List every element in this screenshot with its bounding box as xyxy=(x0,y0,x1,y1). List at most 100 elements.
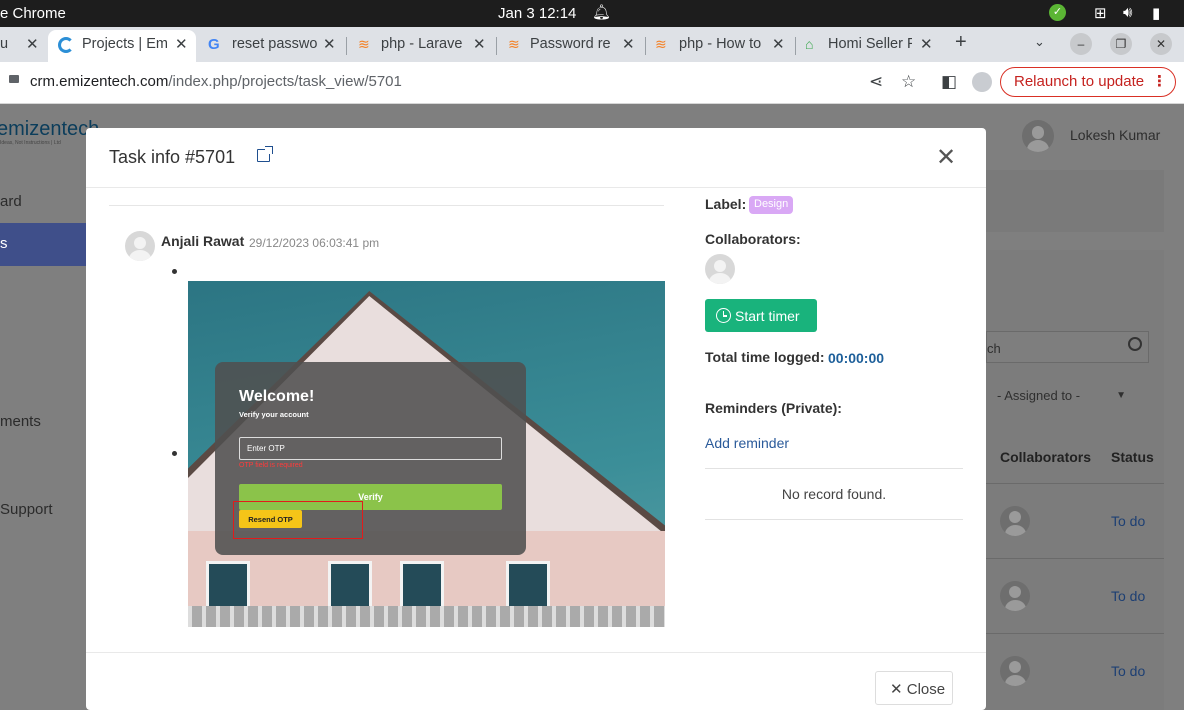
minimize-window-icon[interactable]: – xyxy=(1070,33,1092,55)
tab-separator xyxy=(496,37,497,55)
stackoverflow-favicon-icon: ≋ xyxy=(655,36,667,52)
otp-error-text: OTP field is required xyxy=(239,462,303,469)
row-collaborator-avatar xyxy=(1000,656,1030,686)
comment-author-avatar xyxy=(125,231,155,261)
list-bullet xyxy=(172,269,177,274)
sidebar-item-documents[interactable]: ments xyxy=(0,413,41,430)
comment-date: 29/12/2023 06:03:41 pm xyxy=(249,236,380,250)
tab-search-chevron-icon[interactable]: ⌄ xyxy=(1034,34,1045,50)
tab-separator xyxy=(795,37,796,55)
row-status-link[interactable]: To do xyxy=(1111,588,1145,604)
modal-footer-divider xyxy=(86,652,986,653)
lock-icon[interactable] xyxy=(9,75,19,83)
emizentech-logo[interactable]: emizentech Ideas, Not Instructions | Ltd xyxy=(0,118,99,146)
close-window-icon[interactable]: ✕ xyxy=(1150,33,1172,55)
stackoverflow-favicon-icon: ≋ xyxy=(358,36,370,52)
sidebar-item-projects[interactable]: s xyxy=(0,223,86,266)
total-time-value: 00:00:00 xyxy=(828,350,885,366)
url-host: crm.emizentech.com xyxy=(30,73,169,90)
url-field[interactable]: crm.emizentech.com/index.php/projects/ta… xyxy=(30,73,402,90)
bg-panel xyxy=(986,170,1164,232)
tab-password-reset[interactable]: ≋ Password re ✕ xyxy=(498,30,644,62)
notification-bell-icon[interactable]: 🔔︎ xyxy=(592,3,611,21)
tab-close-icon[interactable]: ✕ xyxy=(26,35,39,53)
open-external-icon[interactable] xyxy=(257,146,273,162)
battery-icon[interactable]: ▮ xyxy=(1152,4,1160,22)
tab-php-laravel[interactable]: ≋ php - Larave ✕ xyxy=(348,30,494,62)
total-time-heading: Total time logged: xyxy=(705,349,825,365)
collaborators-heading: Collaborators: xyxy=(705,231,801,247)
user-name[interactable]: Lokesh Kumar xyxy=(1070,127,1160,143)
clock-icon xyxy=(716,308,731,323)
tab-reset-password[interactable]: G reset passwo ✕ xyxy=(198,30,344,62)
active-app-name[interactable]: e Chrome xyxy=(0,5,66,22)
row-divider xyxy=(986,633,1164,634)
design-label-badge: Design xyxy=(749,196,794,214)
highlight-annotation-box xyxy=(233,501,363,539)
row-status-link[interactable]: To do xyxy=(1111,663,1145,679)
user-avatar[interactable] xyxy=(1022,120,1054,152)
tab-close-icon[interactable]: ✕ xyxy=(772,35,785,53)
update-check-icon[interactable]: ✓ xyxy=(1049,4,1066,21)
side-panel-icon[interactable]: ◧ xyxy=(941,72,957,92)
profile-avatar-icon[interactable] xyxy=(972,72,992,92)
list-bullet xyxy=(172,451,177,456)
modal-title: Task info #5701 xyxy=(109,147,236,167)
modal-close-icon[interactable]: ✕ xyxy=(936,143,956,172)
row-status-link[interactable]: To do xyxy=(1111,513,1145,529)
new-tab-plus-icon[interactable]: + xyxy=(955,31,967,54)
tab-close-icon[interactable]: ✕ xyxy=(175,35,188,53)
no-record-text: No record found. xyxy=(781,486,887,502)
row-collaborator-avatar xyxy=(1000,506,1030,536)
sidebar-item-support[interactable]: Support xyxy=(0,501,53,518)
otp-input: Enter OTP xyxy=(239,437,502,460)
restore-window-icon[interactable]: ❐ xyxy=(1110,33,1132,55)
relaunch-to-update-button[interactable]: Relaunch to update ⋮ xyxy=(1000,67,1176,97)
row-divider xyxy=(986,558,1164,559)
column-header-status[interactable]: Status xyxy=(1111,449,1154,465)
bg-task-list-panel xyxy=(986,250,1164,710)
tab-homi-seller[interactable]: ⌂ Homi Seller P ✕ xyxy=(797,30,943,62)
house-window xyxy=(506,561,550,609)
os-top-bar: e Chrome Jan 3 12:14 🔔︎ ✓ ⊞ 🔊︎ ▮ xyxy=(0,0,1184,27)
share-icon[interactable]: ⋖ xyxy=(869,72,883,92)
dropdown-caret-icon: ▼ xyxy=(1116,390,1126,401)
tab-separator xyxy=(645,37,646,55)
sidebar-item-dashboard[interactable]: ard xyxy=(0,193,22,210)
search-icon[interactable] xyxy=(1128,337,1142,351)
tab-close-icon[interactable]: ✕ xyxy=(323,35,336,53)
home-favicon-icon: ⌂ xyxy=(805,36,814,52)
browser-tab-bar: u ✕ Projects | Em ✕ G reset passwo ✕ ≋ p… xyxy=(0,27,1184,62)
column-header-collaborators[interactable]: Collaborators xyxy=(1000,449,1091,465)
tab-close-icon[interactable]: ✕ xyxy=(920,35,933,53)
row-collaborator-avatar xyxy=(1000,581,1030,611)
more-menu-icon[interactable]: ⋮ xyxy=(1152,72,1167,90)
assigned-to-select[interactable]: - Assigned to - ▼ xyxy=(986,388,1138,408)
house-window xyxy=(328,561,372,609)
comments-divider xyxy=(109,205,664,206)
volume-icon[interactable]: 🔊︎ xyxy=(1123,4,1132,21)
system-clock[interactable]: Jan 3 12:14 xyxy=(498,5,576,22)
tab-hidden-left[interactable]: u ✕ xyxy=(0,30,46,62)
stackoverflow-favicon-icon: ≋ xyxy=(508,36,520,52)
balcony-rail xyxy=(188,606,665,627)
relaunch-label: Relaunch to update xyxy=(1014,73,1145,90)
tab-close-icon[interactable]: ✕ xyxy=(622,35,635,53)
bookmark-star-icon[interactable]: ☆ xyxy=(901,72,916,92)
comment-attachment-image[interactable]: Welcome! Verify your account Enter OTP O… xyxy=(188,281,665,627)
tab-php-how-to[interactable]: ≋ php - How to ✕ xyxy=(647,30,793,62)
tab-close-icon[interactable]: ✕ xyxy=(473,35,486,53)
label-heading: Label: xyxy=(705,196,747,212)
comment-author: Anjali Rawat xyxy=(161,233,245,249)
add-reminder-link[interactable]: Add reminder xyxy=(705,435,789,451)
card-subtitle: Verify your account xyxy=(239,410,309,419)
network-icon[interactable]: ⊞ xyxy=(1094,4,1107,22)
close-button[interactable]: ✕ Close xyxy=(875,671,953,705)
google-favicon-icon: G xyxy=(208,36,220,53)
collaborator-avatar[interactable] xyxy=(705,254,735,284)
task-info-modal: Task info #5701 ✕ Anjali Rawat 29/12/202… xyxy=(86,128,986,710)
tab-projects[interactable]: Projects | Em ✕ xyxy=(48,30,196,62)
emizentech-favicon-icon xyxy=(58,37,74,53)
task-search-input[interactable]: ch xyxy=(986,331,1149,363)
start-timer-button[interactable]: Start timer xyxy=(705,299,817,332)
